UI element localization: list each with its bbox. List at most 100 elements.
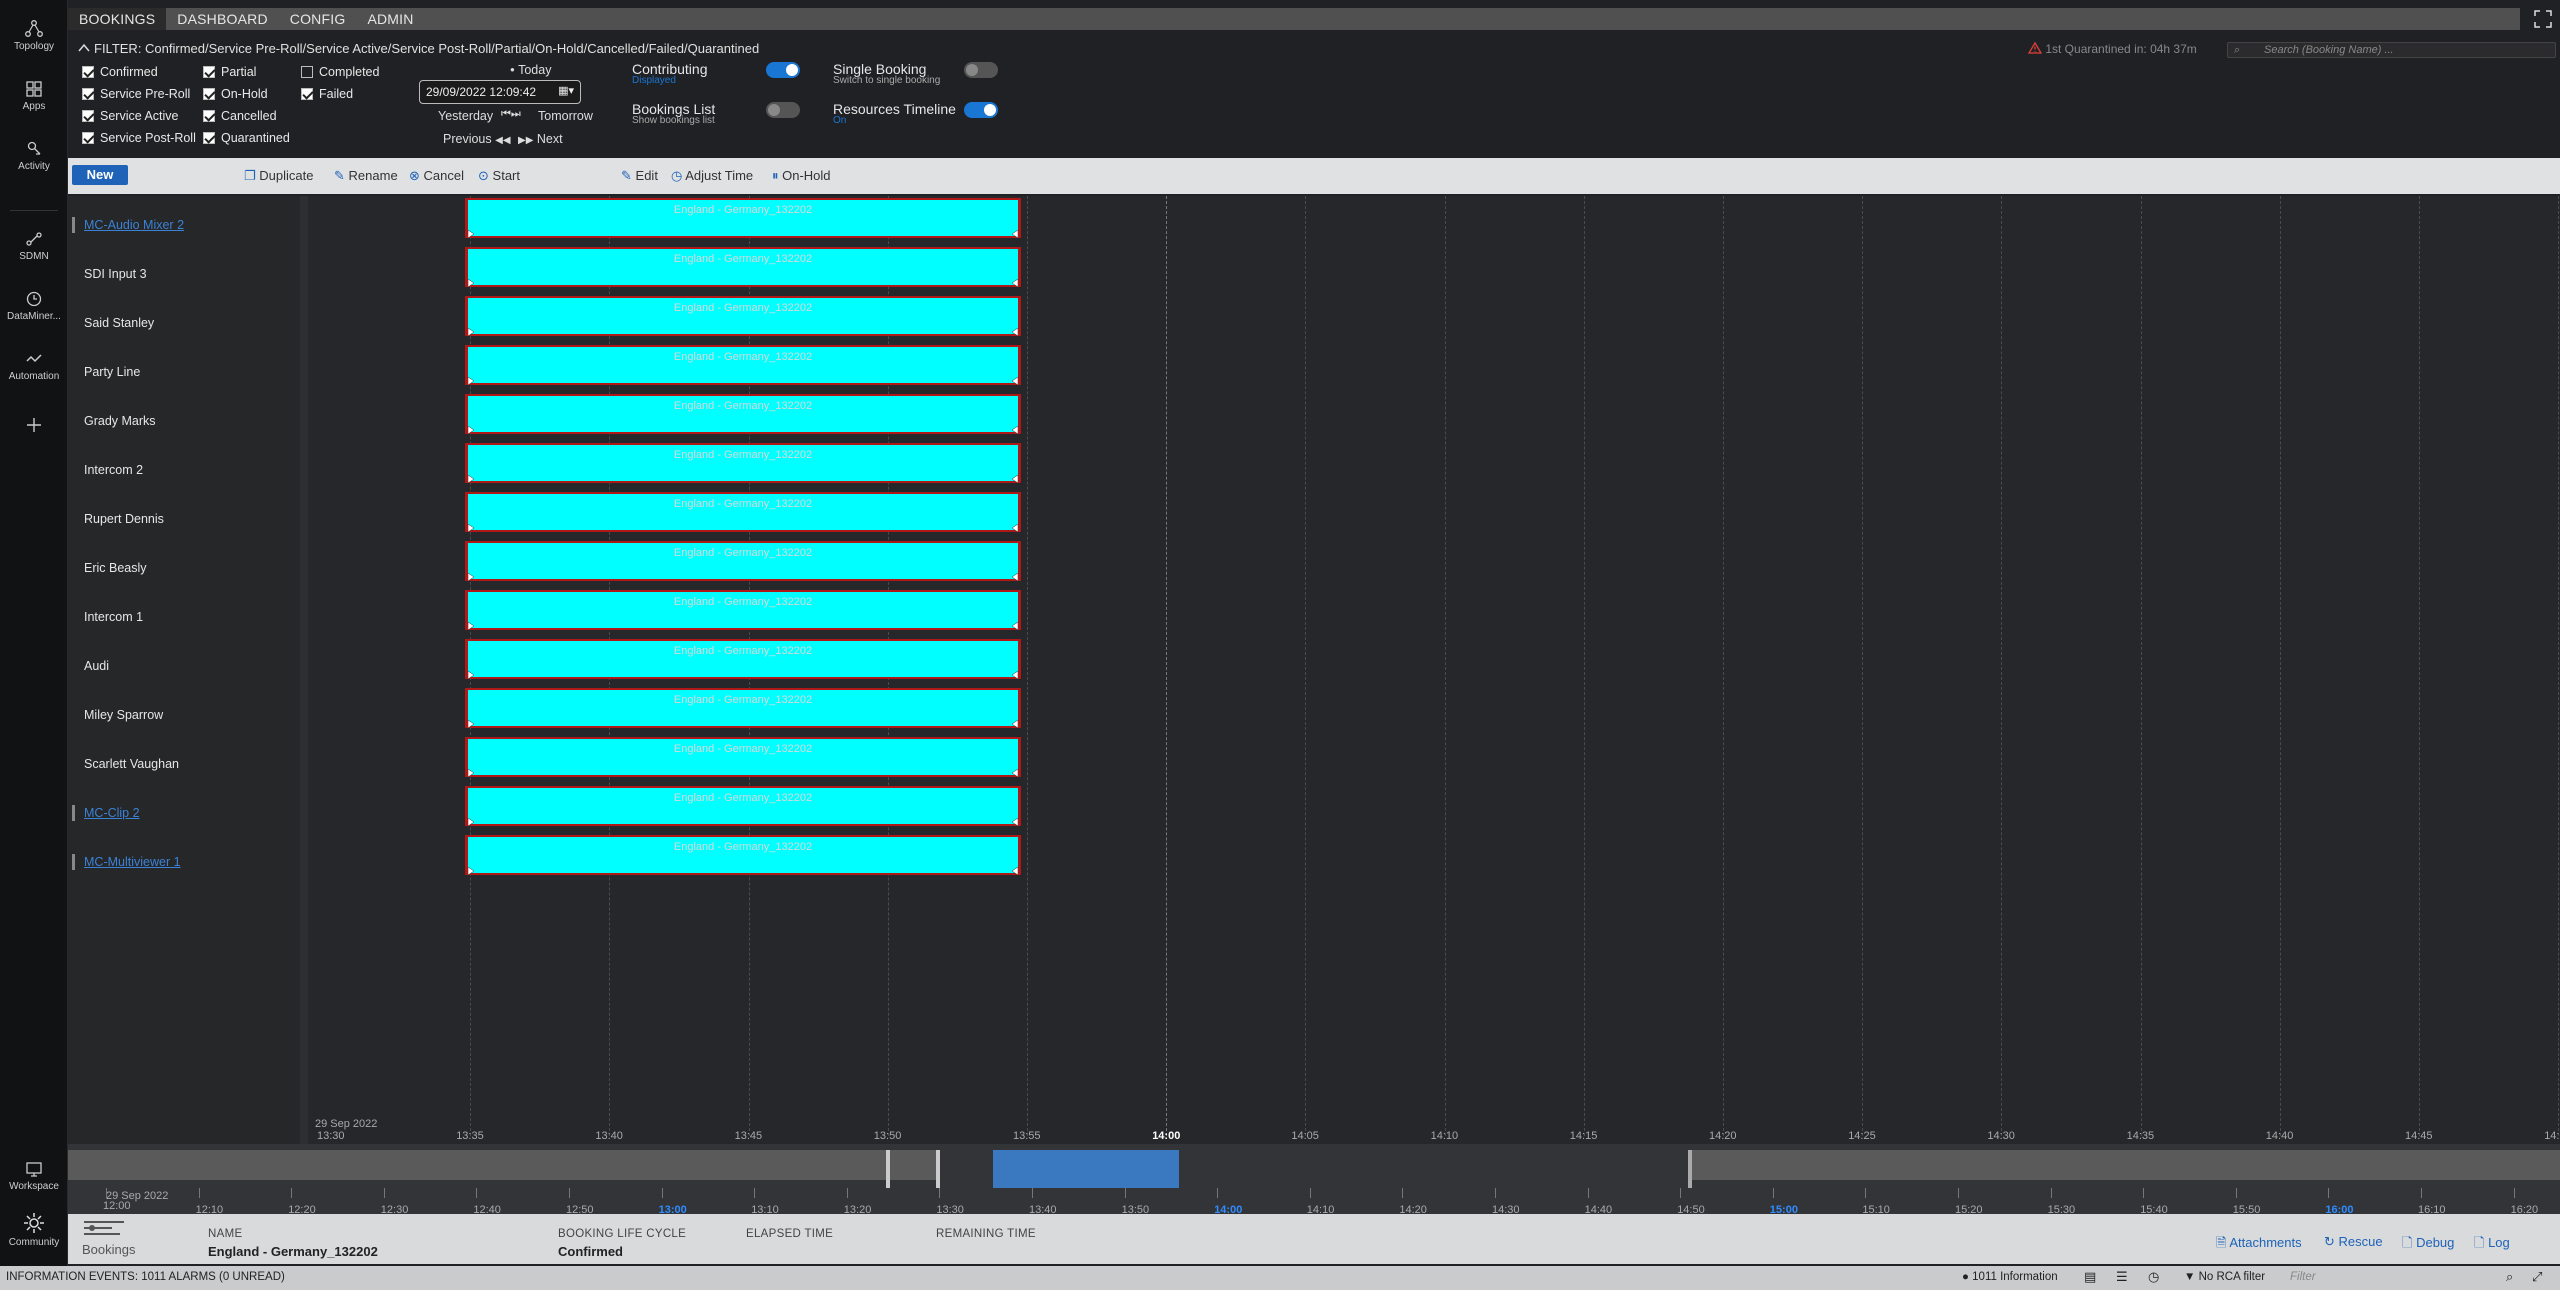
rename-button[interactable]: ✎ Rename — [334, 158, 398, 194]
checkbox-on-hold[interactable]: On-Hold — [203, 87, 268, 101]
resize-handle-right-icon[interactable] — [1010, 426, 1018, 434]
timeline-overview[interactable]: 29 Sep 2022 12:00 12:10 12:20 12:30 12:40 12:… — [68, 1144, 2560, 1216]
clock-icon[interactable]: ◷ — [2148, 1269, 2159, 1285]
nav-apps[interactable]: Apps — [0, 80, 68, 112]
checkbox-service-post-roll[interactable]: Service Post-Roll — [82, 131, 196, 145]
log-link[interactable]: 🗋 Log — [2474, 1234, 2510, 1256]
checkbox-cancelled[interactable]: Cancelled — [203, 109, 277, 123]
resize-handle-left-icon[interactable] — [468, 671, 476, 679]
nav-workspace[interactable]: Workspace — [0, 1160, 68, 1192]
panel-splitter[interactable] — [300, 196, 308, 1146]
booking-bar[interactable]: England - Germany_132202 — [465, 590, 1021, 630]
adjust-time-button[interactable]: ◷ Adjust Time — [671, 158, 753, 194]
booking-bar[interactable]: England - Germany_132202 — [465, 492, 1021, 532]
booking-bar[interactable]: England - Germany_132202 — [465, 345, 1021, 385]
checkbox-partial[interactable]: Partial — [203, 65, 256, 79]
tab-bookings[interactable]: BOOKINGS — [68, 8, 167, 30]
booking-bar[interactable]: England - Germany_132202 — [465, 688, 1021, 728]
fullscreen-icon[interactable] — [2534, 10, 2552, 28]
resize-handle-right-icon[interactable] — [1010, 377, 1018, 385]
nav-community[interactable]: Community — [0, 1212, 68, 1248]
booking-bar[interactable]: England - Germany_132202 — [465, 394, 1021, 434]
booking-bar[interactable]: England - Germany_132202 — [465, 786, 1021, 826]
nav-dataminer[interactable]: DataMiner... — [0, 290, 68, 322]
resource-item[interactable]: MC-Audio Mixer 2 — [84, 218, 184, 232]
resize-handle-right-icon[interactable] — [1010, 720, 1018, 728]
status-filter-input[interactable]: Filter — [2290, 1271, 2316, 1283]
resize-handle-left-icon[interactable] — [468, 622, 476, 630]
nav-activity[interactable]: Activity — [0, 140, 68, 172]
debug-link[interactable]: 🗋 Debug — [2402, 1234, 2454, 1256]
resource-item[interactable]: MC-Multiviewer 1 — [84, 855, 181, 869]
resource-item[interactable]: MC-Clip 2 — [84, 806, 140, 820]
resize-handle-left-icon[interactable] — [468, 377, 476, 385]
tab-dashboard[interactable]: DASHBOARD — [166, 8, 278, 30]
start-button[interactable]: ⊙ Start — [478, 158, 520, 194]
search-icon[interactable]: ⌕ — [2506, 1269, 2513, 1285]
rca-filter[interactable]: ▼ No RCA filter — [2184, 1271, 2265, 1283]
contributing-toggle[interactable] — [766, 62, 800, 78]
today-link[interactable]: ● Today — [510, 63, 551, 77]
duplicate-button[interactable]: ❐ Duplicate — [244, 158, 313, 194]
previous-button[interactable]: Previous ◀◀ — [443, 132, 511, 146]
resize-handle-right-icon[interactable] — [1010, 279, 1018, 287]
overview-track[interactable] — [68, 1150, 938, 1180]
cancel-button[interactable]: ⊗ Cancel — [409, 158, 464, 194]
resize-handle-left-icon[interactable] — [468, 720, 476, 728]
bookings-list-toggle[interactable] — [766, 102, 800, 118]
tab-admin[interactable]: ADMIN — [356, 8, 424, 30]
resize-handle-right-icon[interactable] — [1010, 671, 1018, 679]
overview-selection[interactable] — [993, 1150, 1179, 1188]
checkbox-service-active[interactable]: Service Active — [82, 109, 179, 123]
sort-icon[interactable]: ☰ — [2116, 1269, 2128, 1285]
checkbox-failed[interactable]: Failed — [301, 87, 353, 101]
calendar-icon[interactable]: ▦▾ — [558, 84, 574, 97]
tab-config[interactable]: CONFIG — [279, 8, 357, 30]
booking-bar[interactable]: England - Germany_132202 — [465, 296, 1021, 336]
yesterday-button[interactable]: Yesterday — [438, 109, 493, 123]
nav-add[interactable] — [0, 416, 68, 437]
checkbox-completed[interactable]: Completed — [301, 65, 379, 79]
checkbox-service-pre-roll[interactable]: Service Pre-Roll — [82, 87, 190, 101]
attachments-link[interactable]: 🗎 Attachments — [2216, 1234, 2302, 1256]
resize-handle-left-icon[interactable] — [468, 867, 476, 875]
alarm-summary[interactable]: INFORMATION EVENTS: 1011 ALARMS (0 UNREA… — [6, 1271, 285, 1283]
booking-bar[interactable]: England - Germany_132202 — [465, 835, 1021, 875]
chevron-up-icon[interactable] — [78, 43, 90, 53]
jump-today-icon[interactable]: ⏮⏭ — [501, 108, 521, 121]
booking-bar[interactable]: England - Germany_132202 — [465, 443, 1021, 483]
resize-handle-right-icon[interactable] — [1010, 230, 1018, 238]
resources-timeline-toggle[interactable] — [964, 102, 998, 118]
booking-bar[interactable]: England - Germany_132202 — [465, 198, 1021, 238]
single-booking-toggle[interactable] — [964, 62, 998, 78]
resize-handle-right-icon[interactable] — [1010, 622, 1018, 630]
resize-handle-right-icon[interactable] — [1010, 769, 1018, 777]
nav-sdmn[interactable]: SDMN — [0, 230, 68, 262]
new-button[interactable]: New — [72, 165, 128, 185]
checkbox-quarantined[interactable]: Quarantined — [203, 131, 290, 145]
overview-handle-right[interactable] — [936, 1150, 940, 1188]
resize-handle-left-icon[interactable] — [468, 279, 476, 287]
resize-handle-right-icon[interactable] — [1010, 867, 1018, 875]
resize-handle-left-icon[interactable] — [468, 426, 476, 434]
resize-handle-right-icon[interactable] — [1010, 475, 1018, 483]
booking-bar[interactable]: England - Germany_132202 — [465, 247, 1021, 287]
resize-handle-left-icon[interactable] — [468, 230, 476, 238]
booking-bar[interactable]: England - Germany_132202 — [465, 541, 1021, 581]
resize-handle-left-icon[interactable] — [468, 769, 476, 777]
resize-handle-right-icon[interactable] — [1010, 328, 1018, 336]
list-icon[interactable]: ▤ — [2084, 1269, 2096, 1285]
overview-track-right[interactable] — [1688, 1150, 2560, 1180]
nav-automation[interactable]: Automation — [0, 350, 68, 382]
resize-handle-right-icon[interactable] — [1010, 524, 1018, 532]
datetime-picker[interactable]: 29/09/2022 12:09:42 ▦▾ — [419, 80, 581, 104]
info-count[interactable]: ● 1011 Information — [1962, 1271, 2058, 1283]
resize-handle-left-icon[interactable] — [468, 524, 476, 532]
on-hold-button[interactable]: ⏸ On-Hold — [772, 158, 831, 194]
booking-bar[interactable]: England - Germany_132202 — [465, 737, 1021, 777]
nav-topology[interactable]: Topology — [0, 20, 68, 52]
resize-handle-left-icon[interactable] — [468, 573, 476, 581]
resize-handle-left-icon[interactable] — [468, 328, 476, 336]
expand-icon[interactable]: ⤢ — [2532, 1269, 2542, 1285]
search-input[interactable]: ⌕ Search (Booking Name) ... — [2227, 42, 2556, 58]
